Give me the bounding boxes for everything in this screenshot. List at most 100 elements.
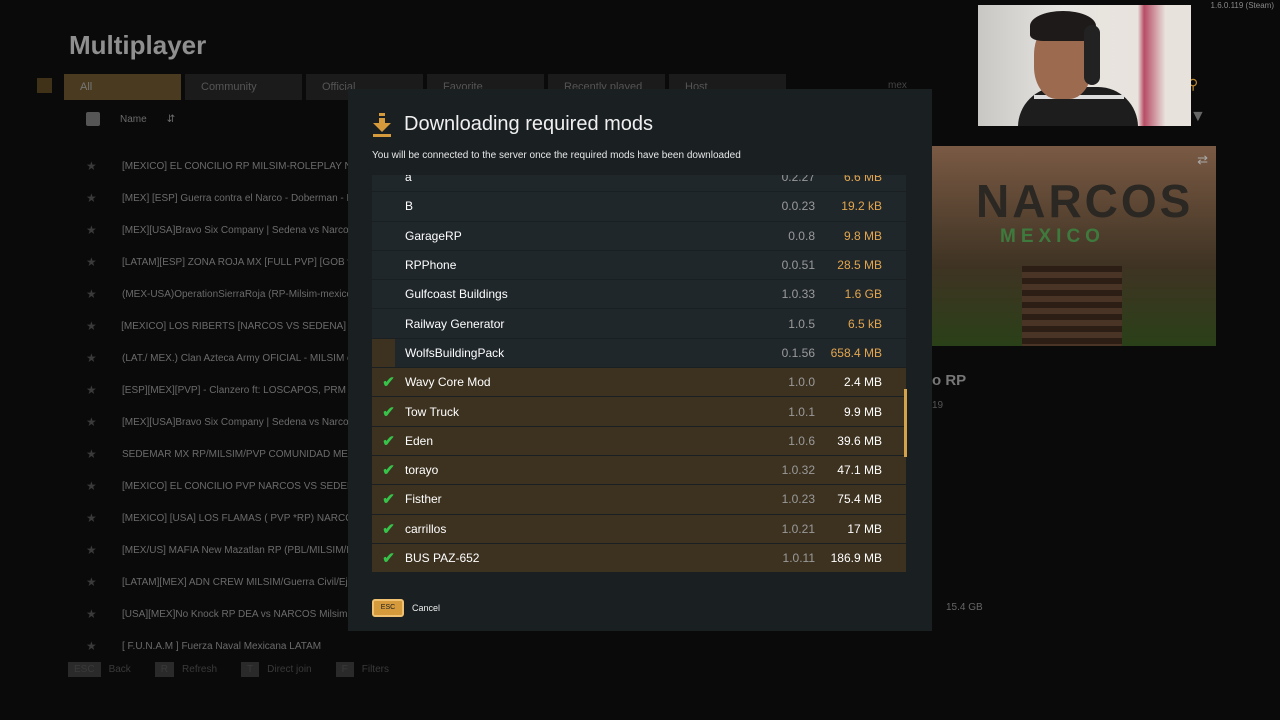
server-name: [LATAM][MEX] ADN CREW MILSIM/Guerra Civi…: [122, 576, 367, 588]
server-row[interactable]: ★ [MEX/US] MAFIA New Mazatlan RP (PBL/MIL…: [86, 534, 386, 566]
server-row[interactable]: ★ [MEXICO] [USA] LOS FLAMAS ( PVP *RP) NA…: [86, 502, 386, 534]
mod-size: 9.9 MB: [843, 404, 882, 419]
mod-size: 47.1 MB: [837, 463, 882, 478]
favorite-star-icon[interactable]: ★: [86, 639, 122, 653]
mod-name: GarageRP: [405, 228, 462, 243]
server-name: SEDEMAR MX RP/MILSIM/PVP COMUNIDAD MEXIC…: [122, 448, 379, 460]
server-row[interactable]: ★ SEDEMAR MX RP/MILSIM/PVP COMUNIDAD MEXI…: [86, 438, 386, 470]
mod-version: 1.0.21: [781, 521, 815, 536]
preview-brand-line2: MEXICO: [1000, 226, 1105, 247]
favorite-star-icon[interactable]: ★: [86, 255, 122, 269]
page-title: Multiplayer: [69, 30, 207, 60]
favorite-star-icon[interactable]: ★: [86, 543, 122, 557]
favorite-star-icon[interactable]: ★: [86, 319, 121, 333]
column-name-header[interactable]: Name: [120, 114, 147, 125]
action-label: Back: [108, 664, 131, 675]
server-row[interactable]: ★ (LAT./ MEX.) Clan Azteca Army OFICIAL -…: [86, 342, 386, 374]
download-progress: [372, 280, 395, 308]
server-row[interactable]: ★ [MEXICO] LOS RIBERTS [NARCOS VS SEDENA]…: [86, 310, 386, 342]
mod-name: Railway Generator: [405, 316, 505, 331]
favorite-star-icon[interactable]: ★: [86, 415, 122, 429]
server-row[interactable]: ★ [MEX][USA]Bravo Six Company | Sedena vs…: [86, 214, 386, 246]
esc-key-badge[interactable]: ESC: [372, 599, 404, 617]
server-row[interactable]: ★ [MEX][USA]Bravo Six Company | Sedena vs…: [86, 406, 386, 438]
dialog-subtitle: You will be connected to the server once…: [372, 150, 741, 161]
mod-version: 1.0.1: [788, 404, 815, 419]
checkmark-icon: ✔: [382, 432, 395, 450]
server-name: [ F.U.N.A.M ] Fuerza Naval Mexicana LATA…: [122, 640, 322, 652]
favorite-star-icon[interactable]: ★: [86, 223, 122, 237]
mod-version: 0.0.8: [788, 228, 815, 243]
mod-name: carrillos: [405, 521, 447, 536]
mod-name: a: [405, 175, 412, 185]
bottom-action-filters[interactable]: F Filters: [335, 662, 389, 677]
mod-name: WolfsBuildingPack: [405, 345, 505, 360]
mod-row: ✔ carrillos 1.0.21 17 MB: [372, 514, 906, 544]
mod-version: 1.0.5: [788, 316, 815, 331]
shuffle-icon[interactable]: ⇄: [1197, 152, 1208, 168]
download-mods-dialog: Downloading required mods You will be co…: [348, 89, 932, 631]
bottom-action-direct-join[interactable]: T Direct join: [241, 662, 312, 677]
server-row[interactable]: ★ [LATAM][MEX] ADN CREW MILSIM/Guerra Civ…: [86, 566, 386, 598]
bottom-action-back[interactable]: ESC Back: [68, 662, 131, 677]
favorite-star-icon[interactable]: ★: [86, 575, 122, 589]
server-row[interactable]: ★[ F.U.N.A.M ] Fuerza Naval Mexicana LAT…: [86, 630, 386, 662]
bottom-action-refresh[interactable]: R Refresh: [154, 662, 217, 677]
server-row[interactable]: ★ [MEX] [ESP] Guerra contra el Narco - Do…: [86, 182, 386, 214]
bottom-bar: ESC Back R Refresh T Direct join F Filters: [68, 662, 389, 677]
favorite-star-icon[interactable]: ★: [86, 351, 122, 365]
list-header: Name ⇵: [86, 112, 175, 126]
server-name: [MEX/US] MAFIA New Mazatlan RP (PBL/MILS…: [122, 544, 364, 556]
search-icon[interactable]: ⚲: [1188, 76, 1212, 98]
mod-name: torayo: [405, 463, 439, 478]
mod-list[interactable]: a 0.2.27 6.6 MB B 0.0.23 19.2 kB GarageRP 0.0.8…: [372, 175, 906, 577]
key-hint: R: [154, 662, 175, 677]
favorite-star-icon[interactable]: ★: [86, 511, 122, 525]
sort-icon[interactable]: ⇵: [167, 114, 175, 125]
filter-icon[interactable]: ▼: [1190, 108, 1206, 126]
mod-size: 186.9 MB: [830, 551, 882, 565]
server-name: [ESP][MEX][PVP] - Clanzero ft: LOSCAPOS,…: [122, 384, 378, 396]
mod-size: 1.6 GB: [844, 287, 882, 302]
server-preview-image: NARCOS MEXICO ⇄: [932, 146, 1216, 346]
favorite-star-icon[interactable]: ★: [86, 447, 122, 461]
favorite-star-icon[interactable]: ★: [86, 191, 122, 205]
favorite-star-icon[interactable]: ★: [86, 159, 122, 173]
mod-version: 0.0.51: [781, 258, 815, 273]
mod-row: a 0.2.27 6.6 MB: [372, 175, 906, 193]
download-progress: [372, 222, 395, 250]
key-hint: F: [335, 662, 354, 677]
mod-name: Eden: [405, 433, 434, 448]
select-all-checkbox[interactable]: [37, 78, 52, 93]
server-row[interactable]: ★ [USA][MEX]No Knock RP DEA vs NARCOS Mil…: [86, 598, 386, 630]
mod-version: 1.0.33: [781, 287, 815, 302]
checkmark-icon: ✔: [382, 462, 395, 480]
key-hint: ESC: [68, 662, 101, 677]
favorite-star-icon[interactable]: ★: [86, 383, 122, 397]
server-row[interactable]: ★ [LATAM][ESP] ZONA ROJA MX [FULL PVP] [G…: [86, 246, 386, 278]
server-row[interactable]: ★ [MEXICO] EL CONCILIO RP MILSIM-ROLEPLAY…: [86, 150, 386, 182]
tab-community[interactable]: Community: [185, 74, 302, 100]
server-name: [MEX][USA]Bravo Six Company | Sedena vs …: [122, 224, 370, 236]
mod-size: 6.6 MB: [843, 175, 882, 185]
cancel-button[interactable]: Cancel: [412, 603, 440, 613]
mod-name: BUS PAZ-652: [405, 551, 480, 565]
action-label: Direct join: [267, 664, 312, 675]
action-label: Filters: [361, 664, 389, 675]
favorite-star-icon[interactable]: ★: [86, 287, 122, 301]
server-row[interactable]: ★ (MEX-USA)OperationSierraRoja (RP-Milsim…: [86, 278, 386, 310]
mod-list-scrollbar[interactable]: [904, 389, 907, 457]
server-row[interactable]: ★ [MEXICO] EL CONCILIO PVP NARCOS VS SEDE…: [86, 470, 386, 502]
mod-row: RPPhone 0.0.51 28.5 MB: [372, 250, 906, 281]
mod-name: Gulfcoast Buildings: [405, 287, 508, 302]
favorite-star-icon[interactable]: ★: [86, 607, 122, 621]
tab-all[interactable]: All: [64, 74, 181, 100]
mod-size: 6.5 kB: [847, 316, 882, 331]
favorite-star-icon[interactable]: ★: [86, 479, 122, 493]
dialog-title: Downloading required mods: [404, 113, 654, 135]
mod-size: 75.4 MB: [837, 492, 882, 507]
server-row[interactable]: ★ [ESP][MEX][PVP] - Clanzero ft: LOSCAPOS…: [86, 374, 386, 406]
mod-version: 1.0.23: [781, 492, 815, 507]
thumbs-up-icon[interactable]: [86, 112, 100, 126]
mod-row: ✔ BUS PAZ-652 1.0.11 186.9 MB: [372, 543, 906, 574]
